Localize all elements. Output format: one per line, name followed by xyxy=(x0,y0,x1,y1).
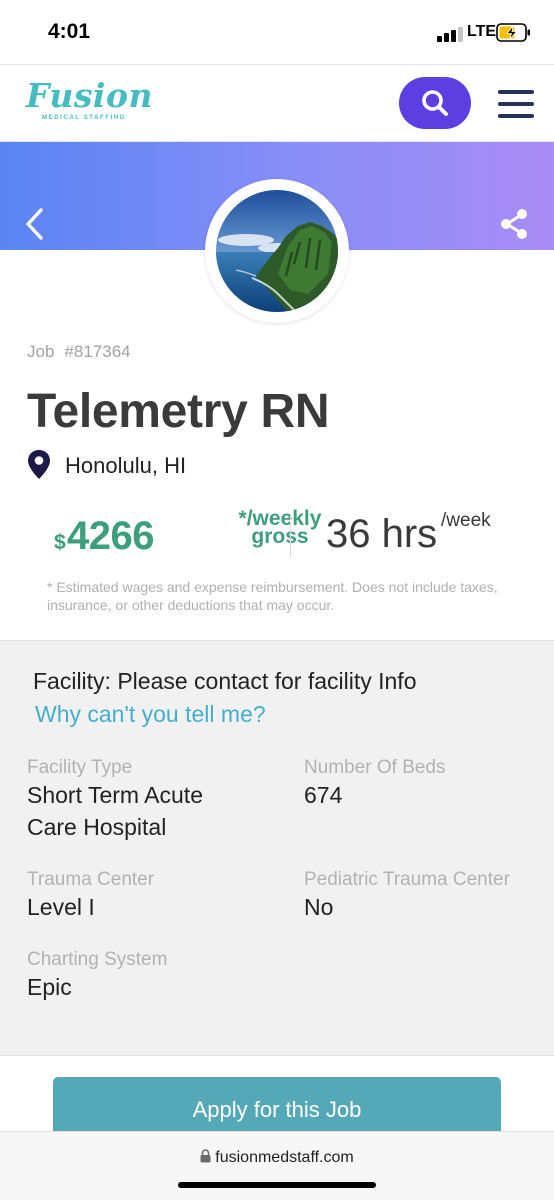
pay-disclaimer: * Estimated wages and expense reimbursem… xyxy=(47,579,498,613)
logo-wordmark: Fusion xyxy=(26,76,153,115)
search-icon xyxy=(422,90,448,116)
pay-currency: $ xyxy=(54,531,66,554)
cellular-signal-icon xyxy=(437,26,465,42)
job-title: Telemetry RN xyxy=(27,385,330,438)
url-text: fusionmedstaff.com xyxy=(215,1149,354,1166)
app-header: Fusion MEDICAL STAFFING xyxy=(0,64,554,142)
charting-system-value: Epic xyxy=(27,974,72,1000)
hours-value: 36 hrs xyxy=(326,512,438,556)
status-bar: 4:01 LTE xyxy=(0,0,554,64)
number-of-beds-label: Number Of Beds xyxy=(304,757,446,778)
job-number: Job #817364 xyxy=(27,342,131,362)
location-text: Honolulu, HI xyxy=(65,453,187,478)
search-button[interactable] xyxy=(399,77,471,129)
status-time: 4:01 xyxy=(48,20,91,43)
share-button[interactable] xyxy=(496,206,532,242)
back-button[interactable] xyxy=(20,204,50,244)
weekly-hours: 36 hrs /week xyxy=(326,510,491,557)
job-location-photo xyxy=(205,179,349,323)
pediatric-trauma-center-label: Pediatric Trauma Center xyxy=(304,869,510,890)
number-of-beds-value: 674 xyxy=(304,782,343,808)
pediatric-trauma-center-value: No xyxy=(304,894,334,920)
hamburger-menu-icon xyxy=(498,90,534,94)
logo-subtitle: MEDICAL STAFFING xyxy=(42,115,127,121)
hamburger-menu-button[interactable] xyxy=(498,90,534,118)
facility-heading: Facility: Please contact for facility In… xyxy=(33,668,417,694)
trauma-center-label: Trauma Center xyxy=(27,869,155,890)
pay-amount: 4266 xyxy=(67,514,154,558)
location-pin-icon xyxy=(28,450,50,479)
facility-type-label: Facility Type xyxy=(27,757,133,778)
job-number-label: Job xyxy=(27,342,55,361)
battery-charging-icon xyxy=(496,23,532,42)
fusion-logo[interactable]: Fusion MEDICAL STAFFING xyxy=(26,76,153,122)
browser-address-bar[interactable]: fusionmedstaff.com xyxy=(0,1131,554,1200)
pay-unit-line2: gross xyxy=(251,525,309,548)
lock-icon xyxy=(200,1149,211,1163)
apply-button[interactable]: Apply for this Job xyxy=(53,1077,501,1139)
facility-card: Facility: Please contact for facility In… xyxy=(0,640,554,1056)
trauma-center-value: Level I xyxy=(27,894,95,920)
pay-unit: */weekly gross xyxy=(230,508,330,548)
hours-unit: /week xyxy=(441,510,491,531)
share-icon xyxy=(501,209,527,239)
chevron-left-icon xyxy=(26,208,43,240)
job-number-value: #817364 xyxy=(64,342,131,361)
pay-divider xyxy=(290,514,291,558)
why-cant-you-tell-me-link[interactable]: Why can't you tell me? xyxy=(35,701,266,728)
apply-button-label: Apply for this Job xyxy=(192,1097,362,1122)
network-type: LTE xyxy=(467,23,497,40)
url-display[interactable]: fusionmedstaff.com xyxy=(0,1149,554,1167)
facility-type-value: Short Term Acute Care Hospital xyxy=(27,782,203,840)
charting-system-label: Charting System xyxy=(27,949,168,970)
home-indicator[interactable] xyxy=(178,1182,376,1188)
